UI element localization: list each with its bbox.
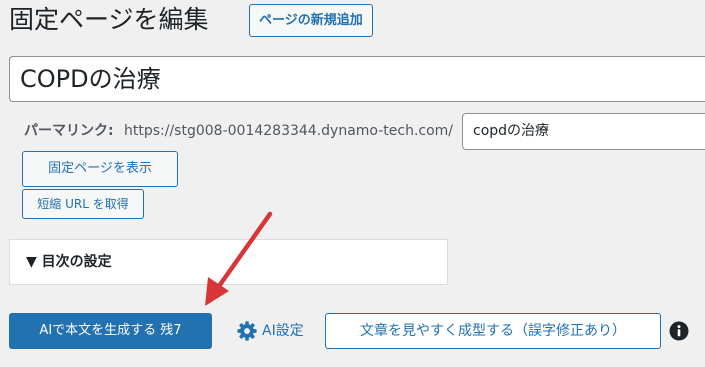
format-text-button[interactable]: 文章を見やすく成型する（誤字修正あり） <box>325 313 661 349</box>
gear-icon <box>237 321 257 341</box>
get-shortlink-button[interactable]: 短縮 URL を取得 <box>22 189 144 219</box>
ai-settings-link[interactable]: AI設定 <box>236 320 304 342</box>
view-page-button[interactable]: 固定ページを表示 <box>22 151 178 187</box>
info-icon[interactable] <box>669 321 689 341</box>
post-title-input[interactable]: COPDの治療 <box>9 56 705 102</box>
permalink-label: パーマリンク: <box>24 123 114 139</box>
permalink-slug-input[interactable]: copdの治療 <box>462 113 705 150</box>
page-title: 固定ページを編集 <box>9 5 209 34</box>
ai-generate-button[interactable]: AIで本文を生成する 残7 <box>9 313 212 349</box>
permalink-base-url: https://stg008-0014283344.dynamo-tech.co… <box>124 123 454 139</box>
ai-settings-label: AI設定 <box>262 323 304 339</box>
add-new-page-button[interactable]: ページの新規追加 <box>249 4 373 37</box>
annotation-arrow-icon <box>205 211 273 306</box>
